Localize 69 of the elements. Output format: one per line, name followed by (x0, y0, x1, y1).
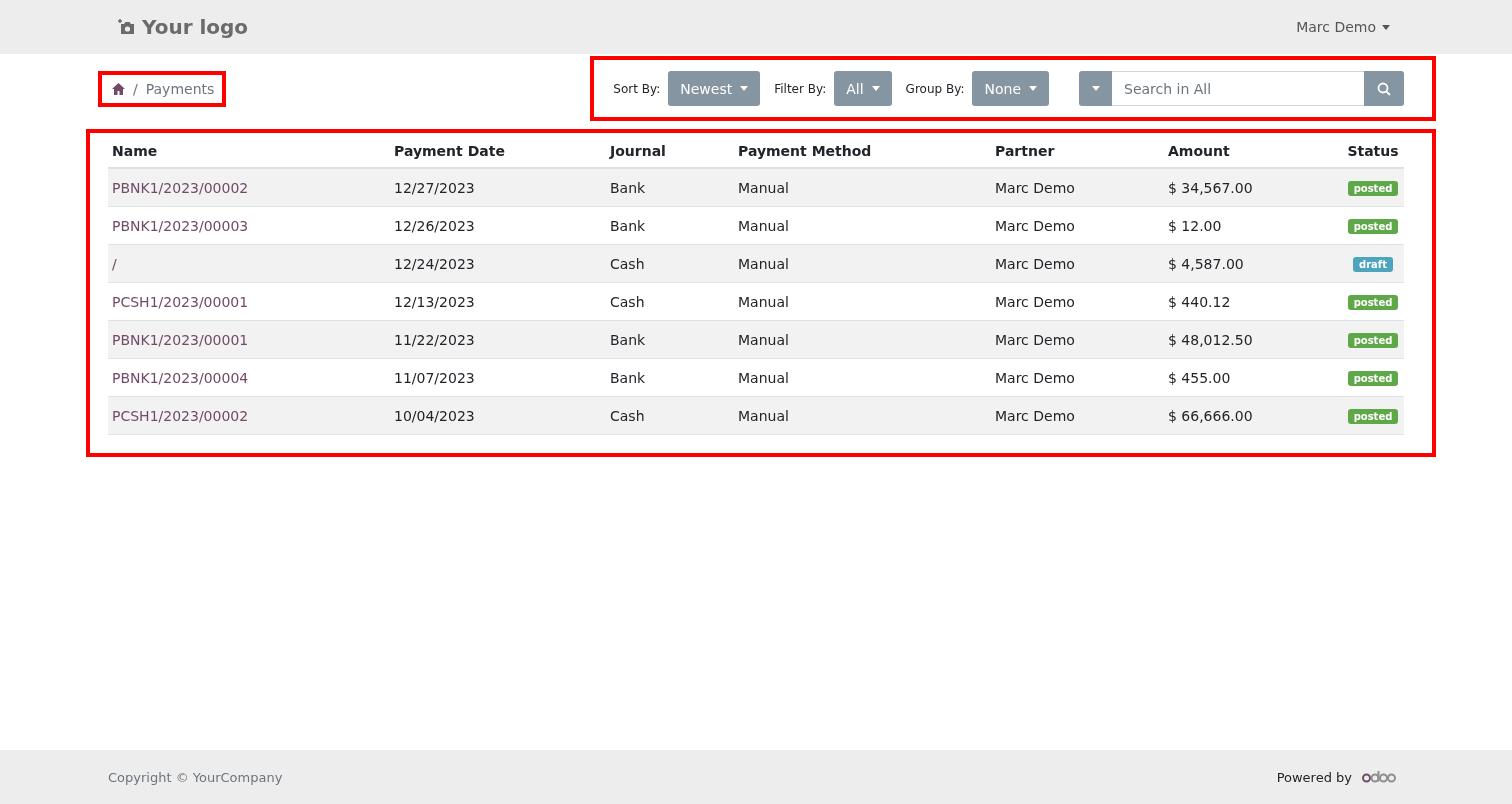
home-icon[interactable] (112, 82, 125, 95)
table-cell: 11/07/2023 (394, 369, 475, 386)
table-cell: Cash (610, 293, 645, 310)
status-badge: posted (1347, 333, 1399, 348)
status-badge: posted (1347, 219, 1399, 234)
table-cell: $ 455.00 (1168, 369, 1231, 386)
table-cell: Marc Demo (995, 407, 1075, 424)
logo-drawing[interactable] (1362, 771, 1396, 783)
copyright-text: Copyright © YourCompany (108, 769, 283, 785)
table-cell: Manual (738, 407, 789, 424)
status-badge: posted (1347, 409, 1399, 424)
table-cell: Manual (738, 331, 789, 348)
logo-text[interactable]: Your logo (142, 15, 249, 39)
table-cell: 12/27/2023 (394, 179, 475, 196)
table-cell: Manual (738, 179, 789, 196)
table-cell: Manual (738, 369, 789, 386)
table-cell: Marc Demo (995, 293, 1075, 310)
payment-link[interactable]: PBNK1/2023/00003 (112, 217, 249, 234)
payment-link[interactable]: PCSH1/2023/00002 (112, 407, 249, 424)
payment-link[interactable]: PCSH1/2023/00001 (112, 293, 249, 310)
table-cell: Cash (610, 407, 645, 424)
camera-icon (118, 18, 136, 36)
caret-icon (740, 86, 749, 91)
status-badge: posted (1347, 295, 1399, 310)
status-badge: draft (1353, 257, 1393, 272)
status-badge: posted (1347, 181, 1399, 196)
table-cell: Bank (610, 369, 646, 386)
table-cell: 12/24/2023 (394, 255, 475, 272)
table-cell: Marc Demo (995, 369, 1075, 386)
caret-icon (1382, 24, 1390, 30)
table-cell: Manual (738, 217, 789, 234)
search-icon (1377, 81, 1391, 96)
search-button[interactable] (1364, 71, 1404, 106)
table-cell: Cash (610, 255, 645, 272)
search-field[interactable]: Search in All (1112, 71, 1364, 106)
table-cell: Marc Demo (995, 331, 1075, 348)
table-cell: Marc Demo (995, 255, 1075, 272)
caret-icon (871, 86, 880, 91)
table-cell: $ 48,012.50 (1168, 331, 1253, 348)
table-cell: Marc Demo (995, 179, 1075, 196)
user-menu[interactable]: Marc Demo (1290, 18, 1396, 36)
control-label: Filter By: (774, 81, 827, 96)
status-badge: posted (1347, 371, 1399, 386)
breadcrumb-item[interactable]: Payments (145, 80, 215, 97)
payment-link[interactable]: PBNK1/2023/00002 (112, 179, 249, 196)
table-cell: Manual (738, 293, 789, 310)
table-cell: $ 34,567.00 (1168, 179, 1253, 196)
table-cell: 12/26/2023 (394, 217, 475, 234)
table-cell: 10/04/2023 (394, 407, 475, 424)
table-cell: Bank (610, 331, 646, 348)
table-cell: $ 66,666.00 (1168, 407, 1253, 424)
table-cell: $ 12.00 (1168, 217, 1222, 234)
powered-by-text: Powered by (1276, 769, 1352, 785)
table-cell: 11/22/2023 (394, 331, 475, 348)
table-cell: 12/13/2023 (394, 293, 475, 310)
table-cell: $ 4,587.00 (1168, 255, 1244, 272)
control-label: Group By: (905, 81, 965, 96)
table-cell: $ 440.12 (1168, 293, 1231, 310)
caret-icon (1091, 86, 1100, 91)
table-cell: Bank (610, 179, 646, 196)
payment-link[interactable]: PBNK1/2023/00004 (112, 369, 249, 386)
table-cell: Manual (738, 255, 789, 272)
payment-link[interactable]: PBNK1/2023/00001 (112, 331, 249, 348)
breadcrumb-separator: / (133, 80, 138, 97)
payment-link[interactable]: / (112, 255, 117, 272)
table-cell: Marc Demo (995, 217, 1075, 234)
table-cell: Bank (610, 217, 646, 234)
caret-icon (1029, 86, 1037, 91)
control-label: Sort By: (613, 81, 661, 96)
